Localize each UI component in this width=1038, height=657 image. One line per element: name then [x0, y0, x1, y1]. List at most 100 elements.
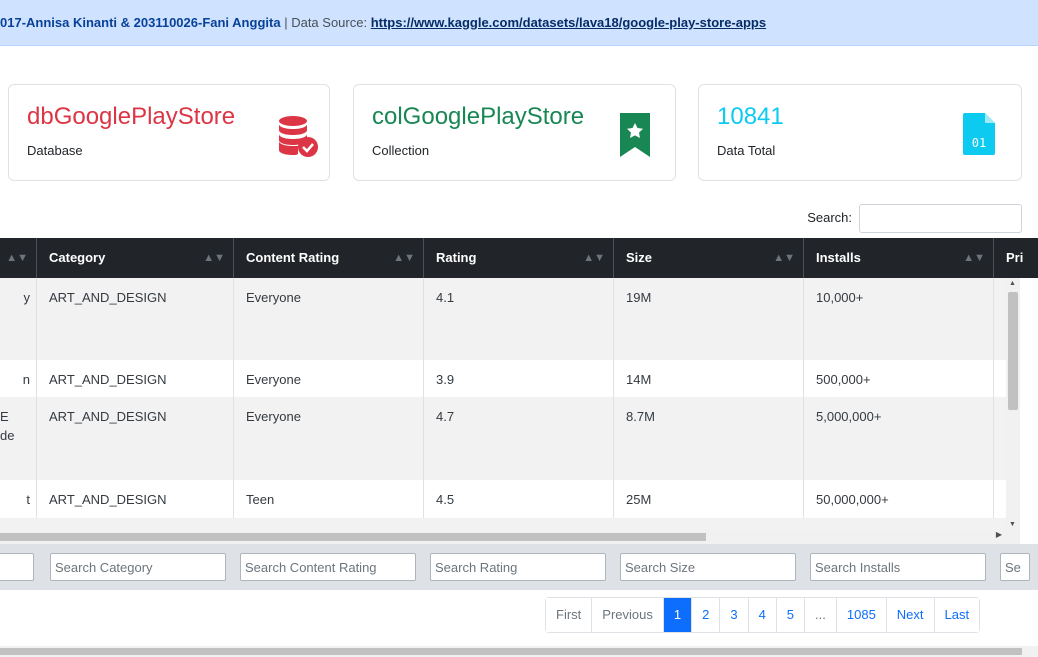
binary-file-icon: 01 — [963, 113, 995, 155]
info-banner: 017-Annisa Kinanti & 203110026-Fani Angg… — [0, 0, 1038, 46]
cell-size: 8.7M — [613, 397, 803, 480]
cell-installs: 10,000+ — [803, 278, 993, 360]
cell-category: ART_AND_DESIGN — [36, 480, 233, 518]
column-header-rating[interactable]: Rating ▲▼ — [423, 238, 613, 278]
cell-rating: 4.5 — [423, 480, 613, 518]
authors-text: 017-Annisa Kinanti & 203110026-Fani Angg… — [0, 15, 281, 30]
filter-size-input[interactable] — [620, 553, 796, 581]
cell-content-rating: Everyone — [233, 397, 423, 480]
bookmark-star-icon — [620, 113, 650, 157]
scrollbar-thumb[interactable] — [0, 533, 706, 541]
column-header-content-rating[interactable]: Content Rating ▲▼ — [233, 238, 423, 278]
cell-category: ART_AND_DESIGN — [36, 397, 233, 480]
data-source-label: Data Source: — [291, 15, 368, 30]
table-row[interactable]: n ART_AND_DESIGN Everyone 3.9 14M 500,00… — [0, 360, 1006, 397]
table-row[interactable]: E de ART_AND_DESIGN Everyone 4.7 8.7M 5,… — [0, 397, 1006, 480]
page-next-button[interactable]: Next — [885, 598, 934, 632]
cell-size: 25M — [613, 480, 803, 518]
filter-content-rating-input[interactable] — [240, 553, 416, 581]
data-total-value: 10841 — [717, 103, 784, 130]
cell-size: 14M — [613, 360, 803, 397]
cell-rating: 4.7 — [423, 397, 613, 480]
filter-rating-input[interactable] — [430, 553, 606, 581]
binary-file-icon-text: 01 — [972, 136, 986, 150]
page-4-button[interactable]: 4 — [747, 598, 776, 632]
column-header-size[interactable]: Size ▲▼ — [613, 238, 803, 278]
column-header-app[interactable]: ▲▼ — [0, 238, 36, 278]
collection-card: colGooglePlayStore Collection — [353, 84, 676, 181]
cell-rating: 3.9 — [423, 360, 613, 397]
pagination: First Previous 1 2 3 4 5 ... 1085 Next L… — [545, 597, 981, 633]
sort-icon: ▲▼ — [773, 252, 795, 264]
cell-price: ( — [993, 278, 1006, 360]
cell-installs: 50,000,000+ — [803, 480, 993, 518]
cell-app: y — [23, 290, 31, 305]
data-source-link[interactable]: https://www.kaggle.com/datasets/lava18/g… — [371, 15, 766, 30]
filter-app-input[interactable] — [0, 553, 34, 581]
filter-installs-input[interactable] — [810, 553, 986, 581]
database-check-icon — [279, 116, 318, 157]
database-label: Database — [27, 143, 83, 158]
collection-label: Collection — [372, 143, 430, 158]
cell-rating: 4.1 — [423, 278, 613, 360]
column-header-price[interactable]: Pri — [993, 238, 1038, 278]
cell-price: ( — [993, 360, 1006, 397]
sort-icon: ▲▼ — [203, 252, 225, 264]
cell-app: E de — [0, 409, 15, 443]
cell-app: n — [22, 372, 30, 387]
page-previous-button[interactable]: Previous — [591, 598, 663, 632]
sort-icon: ▲▼ — [963, 252, 985, 264]
data-total-label: Data Total — [717, 143, 776, 158]
data-total-card: 10841 Data Total 01 — [698, 84, 1022, 181]
sort-icon: ▲▼ — [393, 252, 415, 264]
table-row[interactable] — [0, 518, 1006, 530]
table-body: y ART_AND_DESIGN Everyone 4.1 19M 10,000… — [0, 278, 1006, 530]
column-header-label: Pri — [1006, 250, 1024, 265]
scroll-right-arrow-icon[interactable]: ▶ — [996, 530, 1002, 539]
column-header-label: Rating — [436, 250, 477, 265]
sort-icon: ▲▼ — [583, 252, 605, 264]
scroll-down-arrow-icon[interactable]: ▼ — [1009, 521, 1016, 528]
column-header-installs[interactable]: Installs ▲▼ — [803, 238, 993, 278]
column-header-label: Size — [626, 250, 653, 265]
scrollbar-thumb[interactable] — [1008, 292, 1018, 410]
page-3-button[interactable]: 3 — [719, 598, 748, 632]
cell-content-rating: Everyone — [233, 360, 423, 397]
scrollbar-thumb[interactable] — [0, 648, 1022, 655]
page-first-button[interactable]: First — [546, 598, 592, 632]
column-filter-row — [0, 544, 1038, 590]
page-ellipsis: ... — [804, 598, 836, 632]
table-row[interactable]: y ART_AND_DESIGN Everyone 4.1 19M 10,000… — [0, 278, 1006, 360]
page-5-button[interactable]: 5 — [775, 598, 805, 632]
column-header-label: Installs — [816, 250, 861, 265]
column-header-label: Content Rating — [246, 250, 340, 265]
cell-content-rating: Everyone — [233, 278, 423, 360]
table-horizontal-scrollbar[interactable]: ▶ — [0, 530, 1020, 544]
sort-icon: ▲▼ — [6, 252, 28, 264]
table-header: ▲▼ Category ▲▼ Content Rating ▲▼ Rating ▲▼ … — [0, 238, 1038, 278]
column-header-category[interactable]: Category ▲▼ — [36, 238, 233, 278]
database-card: dbGooglePlayStore Database — [8, 84, 330, 181]
cell-price: ( — [993, 480, 1006, 518]
cell-installs: 500,000+ — [803, 360, 993, 397]
filter-price-input[interactable] — [1000, 553, 1030, 581]
database-name: dbGooglePlayStore — [27, 103, 236, 130]
page-1-button[interactable]: 1 — [662, 598, 692, 632]
column-header-label: Category — [49, 250, 106, 265]
page-2-button[interactable]: 2 — [691, 598, 720, 632]
scroll-up-arrow-icon[interactable]: ▲ — [1009, 280, 1016, 287]
page-1085-button[interactable]: 1085 — [835, 598, 886, 632]
table-row[interactable]: t ART_AND_DESIGN Teen 4.5 25M 50,000,000… — [0, 480, 1006, 518]
cell-app: t — [26, 492, 30, 507]
cell-price: ( — [993, 397, 1006, 480]
search-label: Search: — [807, 210, 852, 225]
collection-name: colGooglePlayStore — [372, 103, 585, 130]
cell-category: ART_AND_DESIGN — [36, 360, 233, 397]
cell-installs: 5,000,000+ — [803, 397, 993, 480]
filter-category-input[interactable] — [50, 553, 226, 581]
banner-separator: | — [284, 15, 288, 30]
page-last-button[interactable]: Last — [933, 598, 980, 632]
page-horizontal-scrollbar[interactable] — [0, 646, 1038, 657]
search-input[interactable] — [859, 204, 1022, 233]
table-vertical-scrollbar[interactable]: ▲ ▼ — [1006, 278, 1020, 530]
